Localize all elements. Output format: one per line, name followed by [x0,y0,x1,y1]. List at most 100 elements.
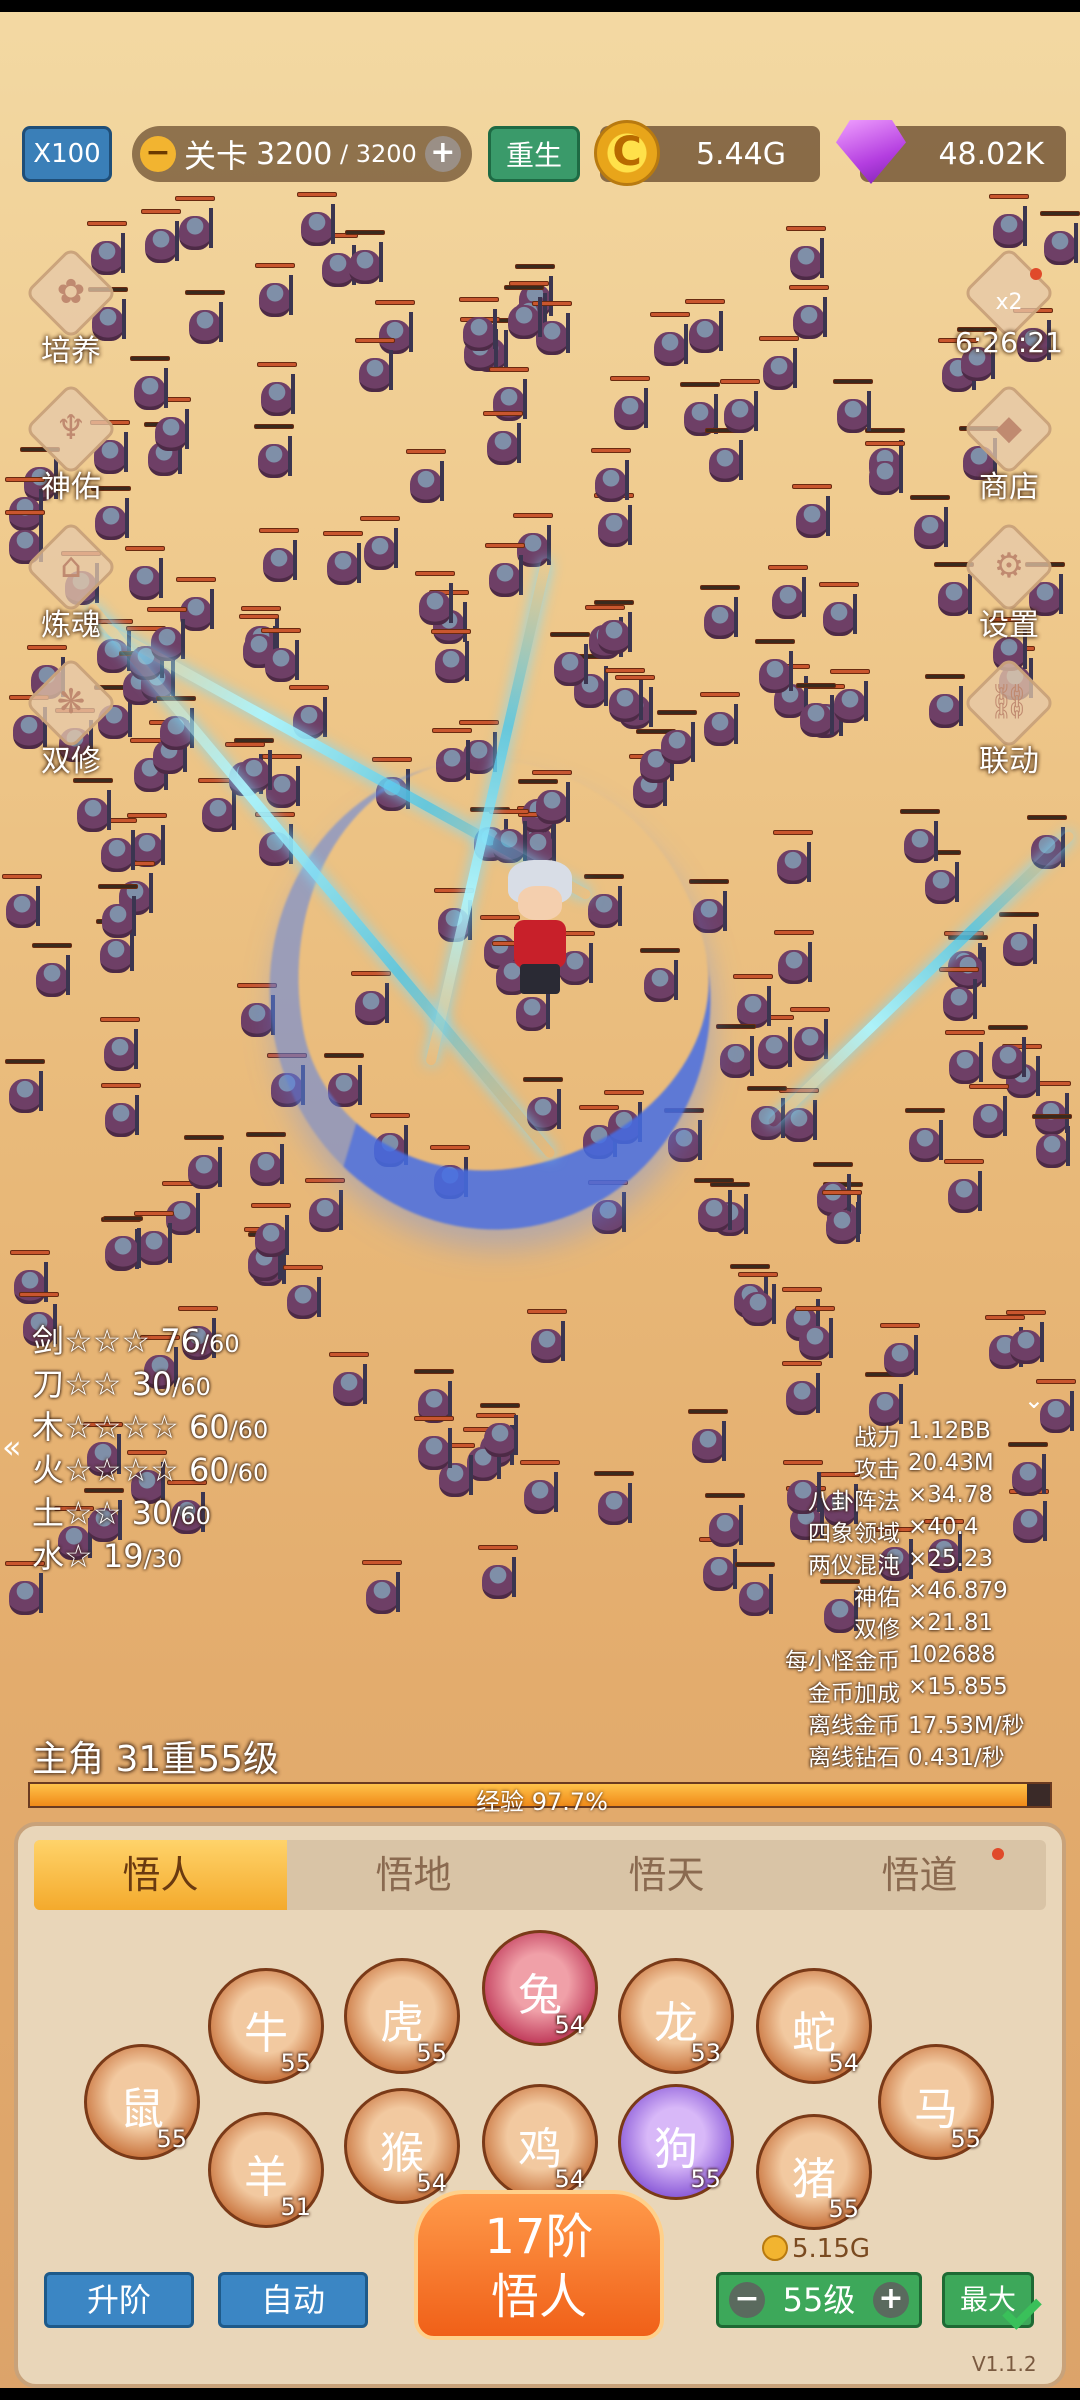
stage-max: / 3200 [332,140,417,168]
stat-value: 1.12BB [908,1418,991,1444]
element-max: /60 [200,1330,240,1358]
element-max: /60 [229,1416,269,1444]
enemy-sprite [784,226,828,284]
ox-icon[interactable]: 牛 55 [208,1968,324,2084]
zodiac-level: 55 [950,2125,981,2153]
stat-key: 八卦阵法 [808,1489,900,1515]
element-current: 19 [102,1537,144,1575]
enemy-sprite [790,484,834,542]
gear-icon: ⚙ [993,546,1025,586]
pig-icon[interactable]: 猪 55 [756,2114,872,2230]
enemy-sprite [736,1272,780,1330]
rebirth-button[interactable]: 重生 [488,126,580,182]
stat-row: 离线金币 17.53M/秒 [730,1706,1050,1739]
dual-cultivation-button[interactable]: ❋ 双修 [16,656,126,784]
level-stepper: 55级 − + [716,2272,922,2328]
double-bonus-button[interactable]: x2 6:26:21 [954,246,1064,374]
stage-minus-button[interactable]: − [140,136,176,172]
level-minus-button[interactable]: − [729,2282,765,2318]
upgrade-cost: 5.15G [762,2234,870,2264]
shop-button[interactable]: ◆ 商店 [954,382,1064,510]
horse-icon[interactable]: 马 55 [878,2044,994,2160]
rat-icon[interactable]: 鼠 55 [84,2044,200,2160]
tab-heaven[interactable]: 悟天 [540,1840,793,1910]
stat-value: ×40.4 [908,1514,979,1540]
auto-button[interactable]: 自动 [218,2272,368,2328]
stat-row: 战力 1.12BB [730,1418,1050,1451]
element-row-water: 水☆ 19/30 [32,1531,268,1575]
stat-key: 四象领域 [808,1521,900,1547]
rabbit-icon[interactable]: 兔 54 [482,1930,598,2046]
element-name: 水 [32,1537,65,1575]
level-plus-button[interactable]: + [873,2282,909,2318]
gold-coin-icon [762,2235,788,2261]
notification-dot [992,1848,1004,1860]
shop-label: 商店 [979,470,1039,505]
tab-human[interactable]: 悟人 [34,1840,287,1910]
element-row-blade: 刀☆☆ 30/60 [32,1359,268,1403]
enemy-sprite [698,692,742,750]
nav-strip [0,2388,1080,2400]
gem-counter: 48.02K [836,120,1066,184]
upgrade-button[interactable]: 升阶 [44,2272,194,2328]
element-max: /60 [172,1502,211,1530]
element-current: 60 [188,1451,230,1489]
zodiac-level: 54 [554,2165,585,2193]
enemy-sprite [478,1403,522,1461]
tiger-icon[interactable]: 虎 55 [344,1958,460,2074]
cultivate-button[interactable]: ✿ 培养 [16,246,126,374]
link-icon: ⛓ [987,682,1031,722]
enemy-sprite [788,1007,832,1065]
enemy-sprite [502,285,546,343]
stat-row: 神佑 ×46.879 [730,1578,1050,1611]
tab-dao[interactable]: 悟道 [793,1840,1046,1910]
element-row-wood: 木☆☆☆☆ 60/60 [32,1402,269,1446]
blessing-button[interactable]: ♆ 神佑 [16,382,126,510]
collapse-left-icon[interactable]: « [2,1428,22,1466]
enemy-sprite [525,1309,569,1367]
element-current: 30 [131,1494,173,1532]
stat-row: 双修 ×21.81 [730,1610,1050,1643]
enemy-sprite [753,639,797,697]
tab-earth[interactable]: 悟地 [287,1840,540,1910]
tab-dao-label: 悟道 [881,1853,958,1897]
element-current: 76 [160,1322,201,1360]
enemy-sprite [863,441,907,499]
enemy-sprite [429,629,473,687]
dual-cultivation-label: 双修 [41,744,101,779]
stat-value: ×46.879 [908,1578,1008,1604]
chevron-down-icon[interactable]: ⌄ [1024,1386,1044,1414]
stat-key: 金币加成 [808,1681,900,1707]
enemy-sprite [183,290,227,348]
snake-icon[interactable]: 蛇 54 [756,1968,872,2084]
zodiac-level: 54 [554,2011,585,2039]
enemy-sprite [608,376,652,434]
link-button[interactable]: ⛓ 联动 [954,656,1064,784]
settings-button[interactable]: ⚙ 设置 [954,520,1064,648]
element-max: /30 [143,1545,183,1573]
goat-icon[interactable]: 羊 51 [208,2112,324,2228]
zodiac-level: 55 [690,2165,721,2193]
monkey-icon[interactable]: 猴 54 [344,2088,460,2204]
enemy-sprite [986,1025,1030,1083]
speed-multiplier-button[interactable]: X100 [22,126,112,182]
zodiac-level: 55 [156,2125,187,2153]
promote-button[interactable]: 17阶 悟人 [414,2190,664,2340]
stat-value: 17.53M/秒 [908,1713,1025,1739]
rooster-icon[interactable]: 鸡 54 [482,2084,598,2200]
enemy-sprite [476,1545,520,1603]
enemy-sprite [655,710,699,768]
dragon-icon[interactable]: 龙 53 [618,1958,734,2074]
cultivate-icon: ✿ [56,272,86,312]
enemy-sprite [772,930,816,988]
enemy-sprite [253,263,297,321]
element-name: 木 [32,1408,65,1446]
refine-soul-button[interactable]: ⌂ 炼魂 [16,520,126,648]
stat-key: 双修 [854,1617,900,1643]
element-name: 火 [32,1451,65,1489]
stage-plus-button[interactable]: + [424,136,461,172]
panel-tabs: 悟人 悟地 悟天 悟道 [34,1840,1046,1910]
enemy-sprite [943,1030,987,1088]
stat-row: 金币加成 ×15.855 [730,1674,1050,1707]
dog-icon[interactable]: 狗 55 [618,2084,734,2200]
